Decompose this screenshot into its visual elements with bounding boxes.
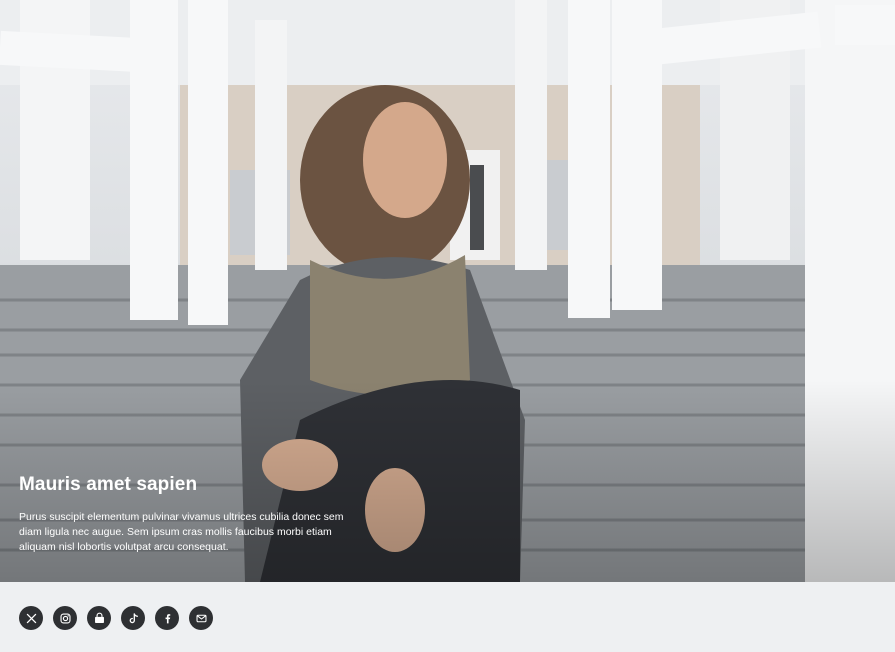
hero-description: Purus suscipit elementum pulvinar vivamu… (19, 511, 344, 553)
hero-caption: Mauris amet sapien Purus suscipit elemen… (19, 474, 359, 555)
instagram-link[interactable] (53, 606, 77, 630)
x-icon (26, 613, 36, 623)
footer (0, 582, 895, 652)
hero-title: Mauris amet sapien (19, 474, 198, 495)
mail-icon (196, 614, 206, 622)
instagram-icon (59, 612, 71, 624)
tiktok-icon (129, 612, 138, 623)
x-link[interactable] (19, 606, 43, 630)
hero-section: Mauris amet sapien Purus suscipit elemen… (0, 0, 895, 582)
mail-link[interactable] (189, 606, 213, 630)
facebook-icon (165, 613, 170, 623)
store-icon (94, 612, 104, 623)
tiktok-link[interactable] (121, 606, 145, 630)
social-links (19, 606, 213, 630)
facebook-link[interactable] (155, 606, 179, 630)
store-link[interactable] (87, 606, 111, 630)
